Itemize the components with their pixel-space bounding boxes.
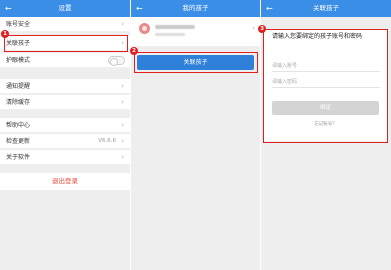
chevron-right-icon: › [121, 82, 124, 90]
settings-title: 设置 [58, 4, 72, 12]
settings-item-label: 帮助中心 [6, 122, 31, 129]
highlight-box-step-3 [263, 29, 388, 143]
settings-item-clear-cache[interactable]: 清除缓存 › [0, 95, 130, 110]
settings-header: ← 设置 [0, 0, 130, 17]
settings-item-label: 通知提醒 [6, 83, 31, 90]
settings-item-label: 护眼模式 [6, 57, 31, 64]
version-value: V6.6.6 [98, 138, 116, 144]
arrow-left-icon[interactable]: ← [5, 0, 12, 17]
chevron-right-icon: › [121, 98, 124, 106]
arrow-left-icon[interactable]: ← [136, 0, 143, 17]
my-children-screen: ← 我的孩子 › [131, 0, 260, 270]
settings-item-about[interactable]: 关于软件 › [0, 150, 130, 165]
blurred-child-account [155, 33, 185, 36]
eye-care-toggle[interactable] [108, 56, 125, 66]
blurred-child-name [155, 25, 195, 29]
settings-item-notifications[interactable]: 通知提醒 › [0, 79, 130, 94]
chevron-right-icon: › [121, 121, 124, 129]
settings-item-eye-care: 护眼模式 [0, 53, 130, 68]
settings-item-account-security[interactable]: 账号安全 › [0, 17, 130, 32]
settings-item-label: 清除缓存 [6, 99, 31, 106]
arrow-left-icon[interactable]: ← [266, 0, 273, 17]
link-child-title: 关联孩子 [313, 4, 339, 12]
settings-item-label: 检查更新 [6, 138, 31, 145]
chevron-right-icon: › [121, 20, 124, 28]
link-child-header: ← 关联孩子 [261, 0, 391, 17]
settings-item-check-update[interactable]: 检查更新 V6.6.6 › [0, 134, 130, 149]
step-badge-1: 1 [1, 30, 9, 38]
logout-button[interactable]: 退出登录 [0, 173, 130, 190]
step-badge-2: 2 [130, 47, 138, 55]
my-children-title: 我的孩子 [182, 4, 209, 12]
settings-item-label: 账号安全 [6, 21, 31, 28]
step-badge-3: 3 [258, 25, 266, 33]
chevron-right-icon: › [121, 153, 124, 161]
avatar [139, 23, 150, 34]
highlight-box-step-1 [4, 35, 128, 52]
highlight-box-step-2 [134, 52, 258, 73]
settings-item-help[interactable]: 帮助中心 › [0, 118, 130, 133]
chevron-right-icon: › [121, 137, 124, 145]
my-children-header: ← 我的孩子 [131, 0, 260, 17]
settings-item-label: 关于软件 [6, 154, 31, 161]
chevron-right-icon: › [252, 24, 255, 32]
child-list-item[interactable]: › [131, 17, 260, 46]
